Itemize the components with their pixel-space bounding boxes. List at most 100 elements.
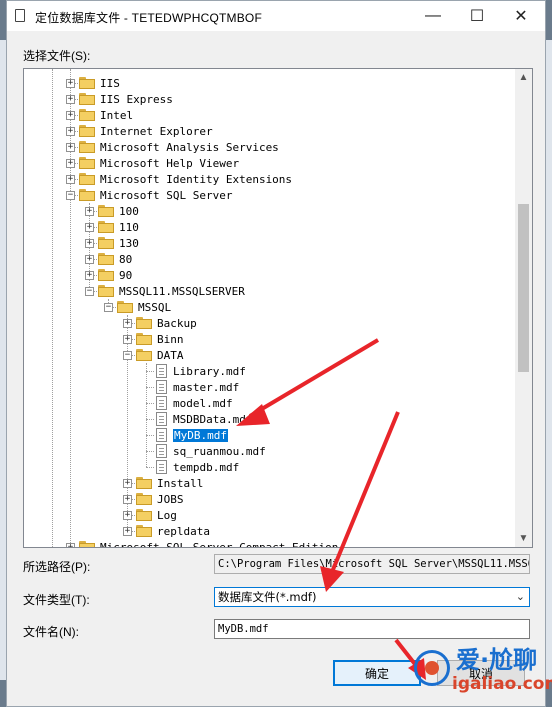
expand-icon[interactable]: +: [85, 222, 94, 232]
tree-folder-item[interactable]: + Binn: [123, 331, 184, 347]
tree-folder-item[interactable]: + Internet Explorer: [66, 123, 213, 139]
expand-icon[interactable]: +: [66, 110, 75, 120]
tree-folder-item[interactable]: − MSSQL: [104, 299, 171, 315]
folder-icon: [136, 477, 152, 489]
tree-file-item[interactable]: sq_ruanmou.mdf: [156, 443, 266, 459]
tree-guide-line: [146, 451, 154, 452]
tree-folder-item[interactable]: + Microsoft Help Viewer: [66, 155, 239, 171]
expand-icon[interactable]: +: [123, 526, 132, 536]
file-icon: [156, 380, 167, 394]
scrollbar-thumb[interactable]: [518, 204, 529, 372]
expand-icon[interactable]: +: [66, 158, 75, 168]
tree-folder-item[interactable]: +110: [85, 219, 139, 235]
tree-folder-item[interactable]: + IIS Express: [66, 91, 173, 107]
tree-folder-item[interactable]: +100: [85, 203, 139, 219]
folder-icon: [79, 541, 95, 547]
tree-item-label: JOBS: [157, 492, 184, 506]
tree-folder-item[interactable]: + Log: [123, 507, 177, 523]
file-tree[interactable]: ▲ ▼ + IIS + IIS Express + Intel + Internet Expl…: [23, 68, 533, 548]
folder-icon: [136, 317, 152, 329]
tree-folder-item[interactable]: +80: [85, 251, 132, 267]
tree-folder-item[interactable]: + Microsoft SQL Server Compact Edition: [66, 539, 338, 547]
tree-folder-item[interactable]: +90: [85, 267, 132, 283]
tree-folder-item[interactable]: +130: [85, 235, 139, 251]
scroll-down-icon[interactable]: ▼: [515, 530, 532, 547]
app-icon: [15, 9, 25, 22]
folder-icon: [79, 157, 95, 169]
expand-icon[interactable]: +: [85, 206, 94, 216]
expand-icon[interactable]: +: [66, 142, 75, 152]
tree-guide-line: [146, 403, 154, 404]
expand-icon[interactable]: +: [66, 542, 75, 547]
tree-folder-item[interactable]: + Microsoft Identity Extensions: [66, 171, 292, 187]
tree-item-label: Microsoft SQL Server: [100, 188, 233, 202]
tree-folder-item[interactable]: + Intel: [66, 107, 133, 123]
file-name-field[interactable]: MyDB.mdf: [214, 619, 530, 639]
tree-guide-line: [146, 435, 154, 436]
tree-folder-item[interactable]: − DATA: [123, 347, 184, 363]
expand-icon[interactable]: +: [123, 494, 132, 504]
tree-guide-line: [146, 419, 154, 420]
collapse-icon[interactable]: −: [123, 350, 132, 360]
collapse-icon[interactable]: −: [85, 286, 94, 296]
tree-item-label: 80: [119, 252, 133, 266]
expand-icon[interactable]: +: [85, 254, 94, 264]
tree-item-label: Microsoft Identity Extensions: [100, 172, 293, 186]
tree-file-item[interactable]: model.mdf: [156, 395, 233, 411]
tree-folder-item[interactable]: + Backup: [123, 315, 197, 331]
tree-folder-item[interactable]: + IIS: [66, 75, 120, 91]
expand-icon[interactable]: +: [66, 126, 75, 136]
expand-icon[interactable]: +: [66, 174, 75, 184]
expand-icon[interactable]: +: [85, 270, 94, 280]
select-file-label: 选择文件(S):: [23, 49, 91, 63]
expand-icon[interactable]: +: [85, 238, 94, 248]
collapse-icon[interactable]: −: [66, 190, 75, 200]
watermark: 爱·尬聊 igaliao.com: [412, 640, 552, 702]
tree-file-item[interactable]: MSDBData.mdf: [156, 411, 252, 427]
tree-folder-item[interactable]: + repldata: [123, 523, 210, 539]
tree-file-item[interactable]: tempdb.mdf: [156, 459, 239, 475]
background-window-right: [546, 40, 552, 680]
tree-item-label: MSSQL: [138, 300, 172, 314]
tree-folder-item[interactable]: − MSSQL11.MSSQLSERVER: [85, 283, 245, 299]
expand-icon[interactable]: +: [123, 510, 132, 520]
tree-item-label: Microsoft Help Viewer: [100, 156, 240, 170]
folder-icon: [98, 221, 114, 233]
scroll-up-icon[interactable]: ▲: [515, 69, 532, 86]
tree-folder-item[interactable]: + Microsoft Analysis Services: [66, 139, 279, 155]
expand-icon[interactable]: +: [66, 94, 75, 104]
expand-icon[interactable]: +: [123, 478, 132, 488]
folder-icon: [79, 189, 95, 201]
tree-folder-item[interactable]: − Microsoft SQL Server: [66, 187, 232, 203]
minimize-button[interactable]: —: [411, 1, 455, 31]
folder-icon: [136, 349, 152, 361]
collapse-icon[interactable]: −: [104, 302, 113, 312]
tree-item-label: model.mdf: [173, 396, 233, 410]
file-icon: [156, 428, 167, 442]
expand-icon[interactable]: +: [66, 78, 75, 88]
tree-vertical-scrollbar[interactable]: ▲ ▼: [515, 69, 532, 547]
ok-button[interactable]: 确定: [333, 660, 421, 686]
selected-path-field[interactable]: C:\Program Files\Microsoft SQL Server\MS…: [214, 554, 530, 574]
expand-icon[interactable]: +: [123, 318, 132, 328]
tree-item-label: Backup: [157, 316, 197, 330]
tree-file-item[interactable]: master.mdf: [156, 379, 239, 395]
tree-file-item[interactable]: MyDB.mdf: [156, 427, 228, 443]
tree-folder-item[interactable]: + Install: [123, 475, 203, 491]
tree-file-item[interactable]: Library.mdf: [156, 363, 246, 379]
folder-icon: [79, 125, 95, 137]
folder-icon: [98, 285, 114, 297]
tree-guide-line: [70, 547, 78, 548]
file-type-dropdown[interactable]: 数据库文件(*.mdf) ⌄: [214, 587, 530, 607]
expand-icon[interactable]: +: [123, 334, 132, 344]
tree-folder-item[interactable]: + JOBS: [123, 491, 184, 507]
maximize-button[interactable]: ☐: [455, 1, 499, 31]
folder-icon: [98, 253, 114, 265]
watermark-line2: igaliao.com: [452, 674, 552, 694]
tree-item-label: sq_ruanmou.mdf: [173, 444, 266, 458]
file-type-value: 数据库文件(*.mdf): [218, 590, 317, 604]
file-name-label: 文件名(N):: [23, 625, 79, 639]
close-button[interactable]: ✕: [499, 1, 543, 31]
chevron-down-icon[interactable]: ⌄: [516, 590, 525, 603]
tree-item-label: Log: [157, 508, 177, 522]
